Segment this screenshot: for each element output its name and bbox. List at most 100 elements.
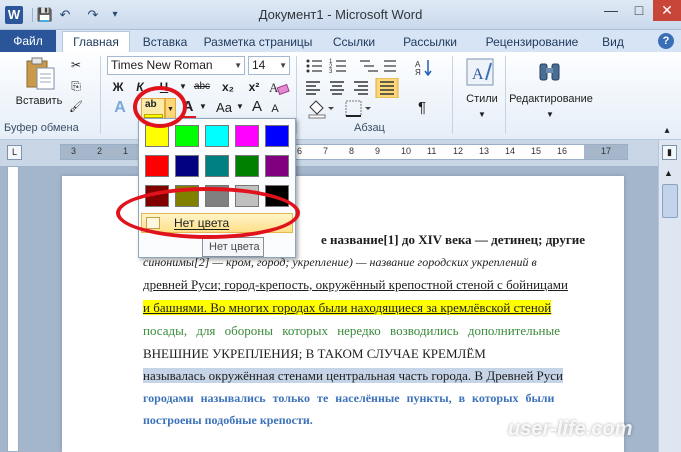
document-line-text: древней Руси; город-крепость, окружённый… [143,277,568,292]
ruler-number: 1 [123,146,129,156]
tab-mailings[interactable]: Рассылки [396,32,464,52]
list-buttons[interactable]: 123 [304,56,400,76]
color-swatch[interactable] [145,155,169,177]
ruler-number: 2 [97,146,103,156]
color-swatch[interactable] [235,155,259,177]
scroll-up-icon[interactable]: ▲ [664,168,673,178]
paste-button[interactable]: Вставить [13,92,65,110]
scrollbar-thumb[interactable] [662,184,678,218]
maximize-button[interactable]: □ [625,0,653,21]
ruler-number: 17 [601,146,612,156]
shrink-font-button[interactable]: A [268,100,282,118]
group-separator [452,56,453,134]
strikethrough-button[interactable]: abc [190,78,214,96]
font-size-value: 14 [252,58,266,72]
format-painter-icon[interactable]: 🖌 [67,98,85,116]
chevron-down-icon[interactable]: ▼ [544,106,556,124]
borders-icon[interactable] [344,99,374,119]
grow-font-button[interactable]: A [250,98,264,116]
window-title: Документ1 - Microsoft Word [258,7,423,22]
color-swatch[interactable] [235,125,259,147]
tab-page-layout[interactable]: Разметка страницы [200,32,316,52]
chevron-down-icon[interactable]: ▼ [476,106,488,124]
close-button[interactable]: ✕ [653,0,681,21]
ruler-number: 3 [71,146,77,156]
svg-text:3: 3 [329,69,333,75]
tab-insert[interactable]: Вставка [136,32,194,52]
font-name-value: Times New Roman [111,58,213,72]
font-name-combo[interactable]: Times New Roman ▼ [107,56,245,75]
vertical-ruler[interactable] [7,166,19,452]
color-swatch[interactable] [265,155,289,177]
styles-icon[interactable]: A [466,58,496,88]
binoculars-icon[interactable] [535,58,565,88]
color-swatch[interactable] [145,125,169,147]
color-swatch[interactable] [265,125,289,147]
tooltip: Нет цвета [202,237,264,257]
chevron-down-icon[interactable]: ▼ [198,98,208,116]
annotation-ellipse [133,86,187,128]
font-size-combo[interactable]: 14 ▼ [248,56,290,75]
alignment-buttons[interactable] [304,77,400,99]
ribbon-tabs: Файл Главная Вставка Разметка страницы С… [0,30,681,53]
help-icon[interactable]: ? [658,33,674,49]
superscript-button[interactable]: x² [244,78,264,96]
clear-formatting-icon[interactable]: A [268,78,290,101]
copy-icon[interactable]: ⎘ [67,77,85,95]
tab-review[interactable]: Рецензирование [478,32,586,52]
ruler-area: L 3 2 1 1 2 3 4 5 6 7 8 9 10 11 12 13 14… [0,140,681,166]
ruler-number: 9 [375,146,381,156]
sort-icon[interactable]: AЯ [414,58,434,77]
minimize-button[interactable]: — [597,0,625,21]
ruler-number: 6 [297,146,303,156]
paste-icon[interactable] [24,56,56,92]
cut-icon[interactable]: ✂ [67,56,85,74]
watermark: user-life.com [508,418,633,440]
ruler-number: 11 [427,146,437,156]
ruler-number: 8 [349,146,355,156]
bold-button[interactable]: Ж [110,78,126,96]
tab-stop-selector[interactable]: L [7,145,22,160]
tab-references[interactable]: Ссылки [326,32,382,52]
shading-icon[interactable] [306,99,336,119]
title-bar: W 💾 ↶ ↷ ▾ Документ1 - Microsoft Word — □… [0,0,681,30]
color-swatch[interactable] [205,155,229,177]
chevron-down-icon[interactable]: ▼ [235,98,245,116]
annotation-ellipse [116,187,300,239]
document-line: древней Руси; город-крепость, окружённый… [143,277,585,293]
pilcrow-button[interactable]: ¶ [414,99,430,117]
ruler-number: 13 [479,146,490,156]
chevron-down-icon[interactable]: ▼ [279,57,287,74]
ribbon: Вставить ✂ ⎘ 🖌 Буфер обмена Times New Ro… [0,52,681,140]
document-line: называлась окружённая стенами центральна… [143,368,585,384]
change-case-button[interactable]: Aa [212,99,236,117]
ruler-number: 7 [323,146,329,156]
document-line-text: и башнями. Во многих городах были находя… [143,300,552,315]
color-swatch[interactable] [175,125,199,147]
text-effects-button[interactable]: A [112,99,128,117]
tab-home[interactable]: Главная [62,31,130,53]
ruler-number: 12 [453,146,464,156]
document-line-text: называлась окружённая стенами центральна… [143,368,563,383]
collapse-ribbon-icon[interactable]: ▴ [660,122,674,140]
document-line: городами назывались только те населённые… [143,391,555,405]
color-swatch[interactable] [205,125,229,147]
ruler-toggle-icon[interactable]: ▮ [662,145,677,160]
group-separator [505,56,506,134]
group-separator [296,56,297,134]
vertical-scrollbar[interactable]: ▮ ▲ [658,140,681,452]
color-swatch[interactable] [175,155,199,177]
subscript-button[interactable]: x₂ [218,78,238,96]
ruler-number: 10 [401,146,412,156]
tab-view[interactable]: Вид [598,32,628,52]
document-line: ВНЕШНИЕ УКРЕПЛЕНИЯ; В ТАКОМ СЛУЧАЕ КРЕМЛ… [143,346,486,361]
ruler-number: 16 [557,146,568,156]
svg-text:A: A [472,66,484,83]
chevron-down-icon[interactable]: ▼ [234,57,242,74]
document-line: и башнями. Во многих городах были находя… [143,300,585,316]
document-line: посады, для обороны которых нередко возв… [143,323,560,338]
clipboard-group-label: Буфер обмена [4,122,79,134]
tab-file[interactable]: Файл [0,30,56,52]
ruler-number: 14 [505,146,516,156]
ruler-number: 15 [531,146,542,156]
